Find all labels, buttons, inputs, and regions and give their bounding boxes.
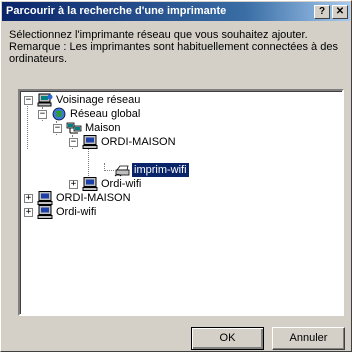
close-button[interactable]: ✕ — [332, 5, 348, 19]
computer-icon — [37, 205, 53, 219]
tree-node-ordi-wifi[interactable]: + Ordi-wifi — [69, 177, 269, 191]
collapse-toggle[interactable]: − — [38, 110, 47, 119]
tree-node-label: Maison — [85, 122, 121, 134]
printer-icon — [114, 165, 130, 177]
tree-node-label: Ordi-wifi — [101, 178, 142, 190]
tree-node-ordi-maison-root[interactable]: + ORDI-MAISON — [24, 191, 224, 205]
tree-node-imprim-wifi[interactable]: imprim-wifi — [114, 162, 234, 178]
tree-node-ordi-wifi-root[interactable]: + Ordi-wifi — [24, 205, 224, 219]
printer-browse-dialog: Parcourir à la recherche d'une imprimant… — [0, 0, 352, 352]
network-tree[interactable]: − Voisinage réseau − Réseau global − Mai… — [18, 89, 344, 316]
computer-icon — [82, 135, 98, 149]
tree-node-label: imprim-wifi — [131, 162, 190, 178]
tree-node-label: Réseau global — [70, 108, 141, 120]
computer-icon — [82, 177, 98, 191]
computer-icon — [37, 191, 53, 205]
tree-node-workgroup-maison[interactable]: − Maison — [53, 121, 253, 135]
globe-icon — [52, 107, 66, 121]
expand-toggle[interactable]: + — [69, 180, 78, 189]
collapse-toggle[interactable]: − — [69, 138, 78, 147]
title-bar[interactable]: Parcourir à la recherche d'une imprimant… — [2, 2, 350, 21]
tree-node-label: ORDI-MAISON — [56, 192, 131, 204]
window-title: Parcourir à la recherche d'une imprimant… — [6, 5, 227, 17]
help-button[interactable]: ? — [314, 5, 330, 19]
tree-line — [27, 101, 28, 149]
instructions-text: Sélectionnez l'imprimante réseau que vou… — [9, 29, 338, 65]
cancel-button[interactable]: Annuler — [272, 327, 345, 350]
expand-toggle[interactable]: + — [24, 208, 33, 217]
tree-line — [104, 170, 114, 171]
collapse-toggle[interactable]: − — [24, 96, 33, 105]
collapse-toggle[interactable]: − — [53, 124, 62, 133]
expand-toggle[interactable]: + — [24, 194, 33, 203]
tree-node-global-network[interactable]: − Réseau global — [38, 107, 238, 121]
tree-node-label: Voisinage réseau — [56, 94, 141, 106]
workgroup-icon — [66, 122, 82, 134]
network-neighborhood-icon — [37, 93, 53, 107]
tree-node-label: Ordi-wifi — [56, 206, 97, 218]
tree-node-label: ORDI-MAISON — [101, 136, 176, 148]
tree-node-network-neighborhood[interactable]: − Voisinage réseau — [24, 93, 224, 107]
ok-button[interactable]: OK — [191, 327, 264, 350]
tree-node-ordi-maison[interactable]: − ORDI-MAISON — [69, 135, 269, 149]
